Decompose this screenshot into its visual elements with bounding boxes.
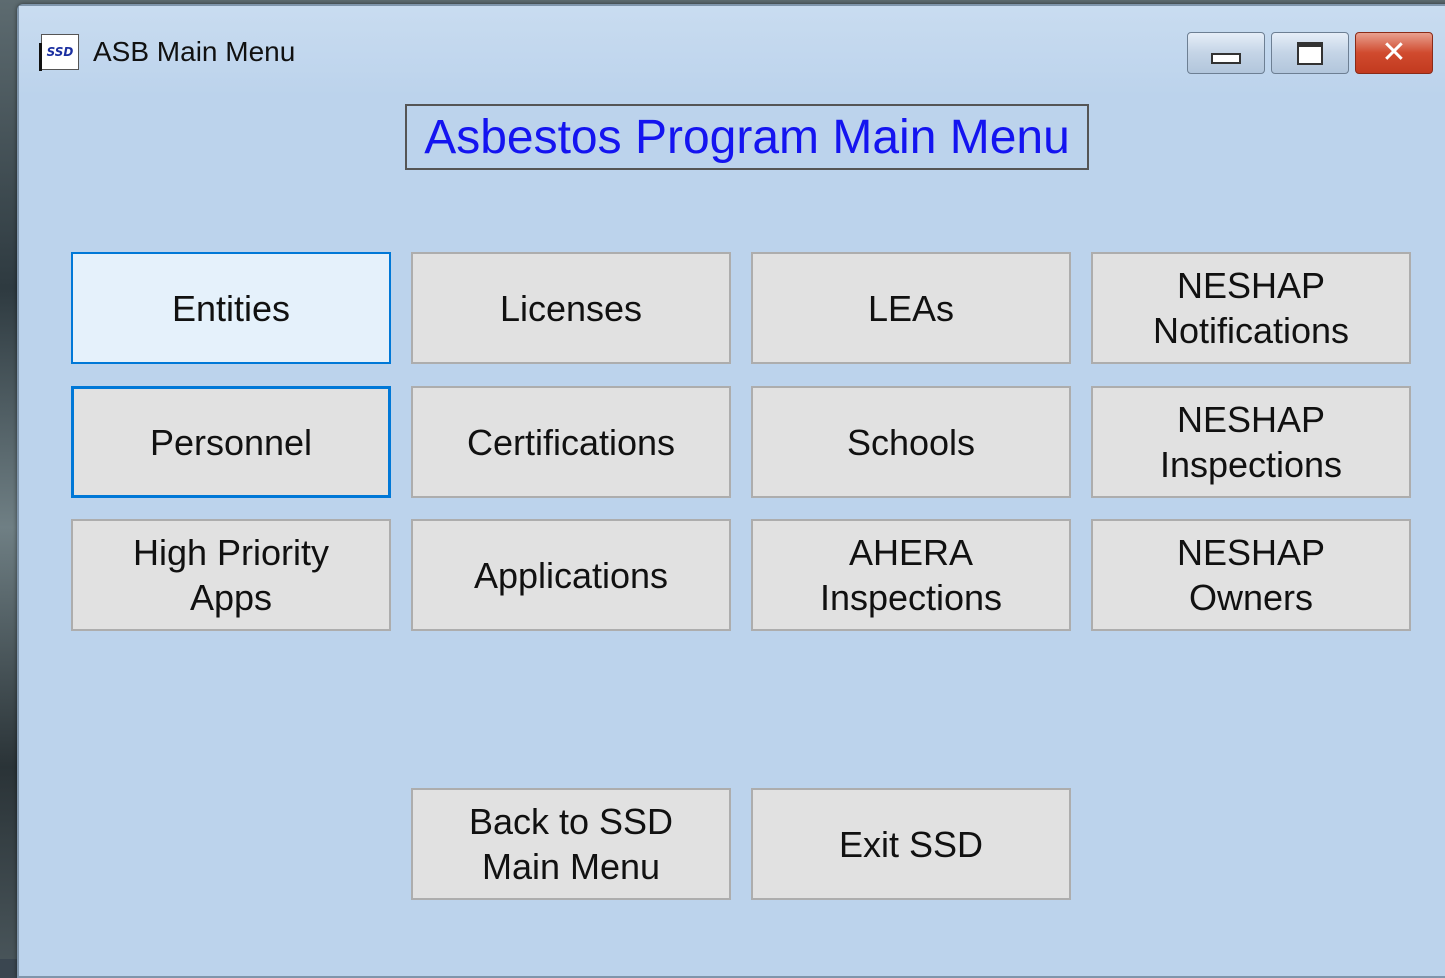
neshap-inspections-button[interactable]: NESHAP Inspections: [1091, 386, 1411, 498]
minimize-button[interactable]: [1187, 32, 1265, 74]
high-priority-apps-button[interactable]: High Priority Apps: [71, 519, 391, 631]
leas-button[interactable]: LEAs: [751, 252, 1071, 364]
applications-button[interactable]: Applications: [411, 519, 731, 631]
maximize-icon: [1297, 41, 1323, 65]
entities-button[interactable]: Entities: [71, 252, 391, 364]
maximize-button[interactable]: [1271, 32, 1349, 74]
exit-ssd-button[interactable]: Exit SSD: [751, 788, 1071, 900]
neshap-owners-button[interactable]: NESHAP Owners: [1091, 519, 1411, 631]
close-button[interactable]: ✕: [1355, 32, 1433, 74]
close-icon: ✕: [1381, 35, 1407, 70]
back-to-ssd-main-menu-button[interactable]: Back to SSD Main Menu: [411, 788, 731, 900]
title-bar[interactable]: SSD ASB Main Menu ✕: [19, 6, 1445, 96]
schools-button[interactable]: Schools: [751, 386, 1071, 498]
page-title: Asbestos Program Main Menu: [405, 104, 1089, 170]
licenses-button[interactable]: Licenses: [411, 252, 731, 364]
personnel-button[interactable]: Personnel: [71, 386, 391, 498]
ssd-app-icon[interactable]: SSD: [39, 34, 79, 71]
window-title: ASB Main Menu: [93, 36, 296, 67]
asb-main-menu-window: SSD ASB Main Menu ✕ Asbestos Program Mai…: [17, 4, 1445, 978]
certifications-button[interactable]: Certifications: [411, 386, 731, 498]
neshap-notifications-button[interactable]: NESHAP Notifications: [1091, 252, 1411, 364]
ahera-inspections-button[interactable]: AHERA Inspections: [751, 519, 1071, 631]
minimize-icon: [1211, 52, 1241, 64]
